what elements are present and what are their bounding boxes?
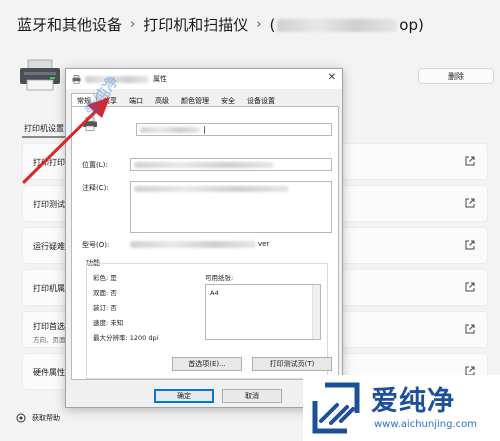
watermark-text: 爱纯净 <box>371 386 455 417</box>
logo-icon <box>312 382 360 434</box>
watermark-logo: 爱纯净 www.aichunjing.com <box>303 375 500 441</box>
watermark-url: www.aichunjing.com <box>374 419 477 430</box>
